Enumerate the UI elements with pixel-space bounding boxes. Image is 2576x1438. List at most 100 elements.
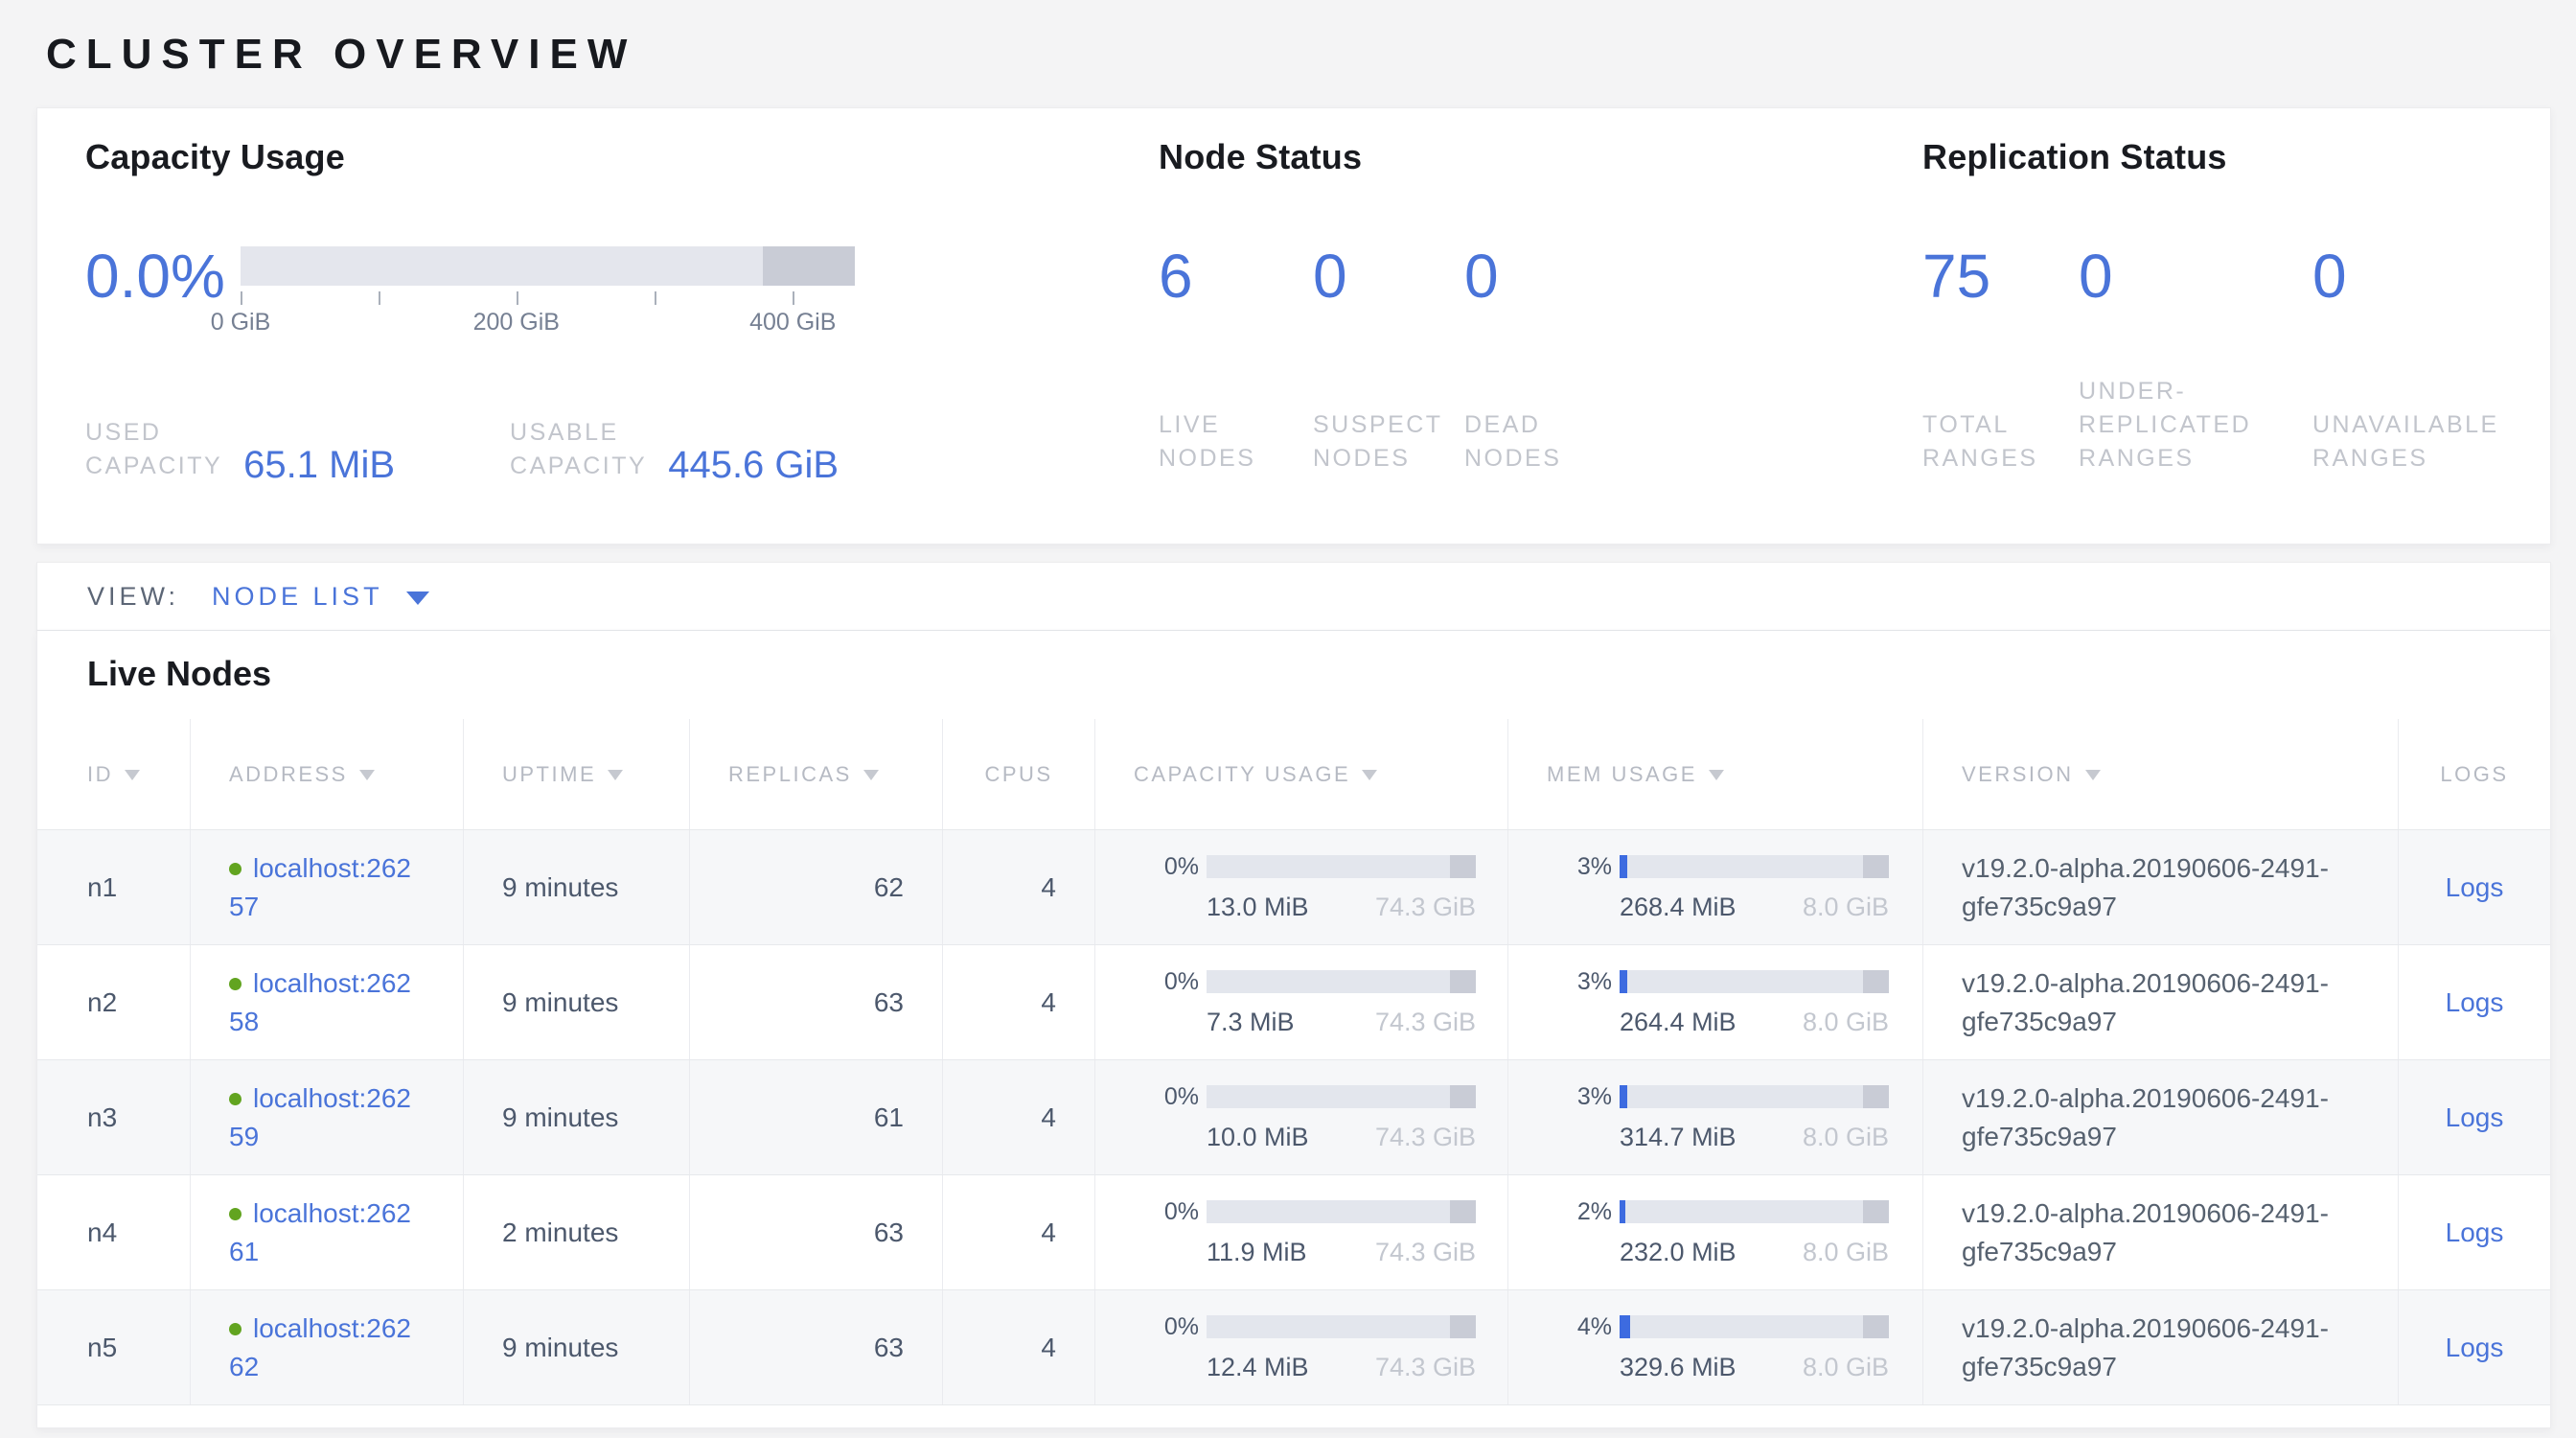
node-status-section: Node Status 6 0 0 LIVE NODES SUSPECT NOD…: [1159, 137, 1922, 544]
column-header-capacity-usage[interactable]: CAPACITY USAGE: [1094, 719, 1507, 829]
bar-reserved-segment: [1863, 1200, 1889, 1223]
capacity-total-value: 74.3 GiB: [1375, 893, 1476, 922]
view-dropdown[interactable]: NODE LIST: [212, 582, 429, 612]
live-nodes-title: Live Nodes: [87, 654, 2550, 694]
bar-reserved-segment: [1863, 855, 1889, 878]
column-header-uptime[interactable]: UPTIME: [463, 719, 689, 829]
node-address-cell: localhost:26258: [190, 945, 463, 1059]
capacity-used-value: 13.0 MiB: [1207, 893, 1309, 922]
capacity-usage-cell: 0% 12.4 MiB 74.3 GiB: [1094, 1290, 1507, 1404]
mem-usage-cell: 3% 314.7 MiB 8.0 GiB: [1507, 1060, 1922, 1174]
version-cell: v19.2.0-alpha.20190606-2491-gfe735c9a97: [1922, 1060, 2398, 1174]
unavailable-ranges-count: 0: [2312, 244, 2550, 308]
logs-link[interactable]: Logs: [2446, 987, 2504, 1018]
capacity-total-value: 74.3 GiB: [1375, 1238, 1476, 1267]
live-nodes-panel: Live Nodes ID ADDRESS UPTIME REPLICAS CP…: [36, 631, 2551, 1428]
column-header-id[interactable]: ID: [37, 719, 190, 829]
node-id-cell: n2: [37, 945, 190, 1059]
capacity-usage-cell: 0% 10.0 MiB 74.3 GiB: [1094, 1060, 1507, 1174]
replicas-cell: 63: [689, 1175, 942, 1289]
capacity-usage-bar: [1207, 855, 1476, 878]
replication-status-section: Replication Status 75 0 0 TOTAL RANGES U…: [1922, 137, 2550, 544]
mem-percent-label: 3%: [1547, 1083, 1612, 1111]
logs-cell: Logs: [2398, 830, 2550, 944]
live-status-dot-icon: [229, 1208, 242, 1220]
mem-used-value: 264.4 MiB: [1620, 1008, 1736, 1037]
under-replicated-ranges-count: 0: [2079, 244, 2312, 308]
mem-used-value: 268.4 MiB: [1620, 893, 1736, 922]
capacity-used-value: 12.4 MiB: [1207, 1353, 1309, 1382]
mem-used-value: 314.7 MiB: [1620, 1123, 1736, 1152]
capacity-usage-section: Capacity Usage 0.0%: [85, 137, 1159, 544]
used-capacity-stat: USED CAPACITY 65.1 MiB: [85, 416, 395, 483]
logs-cell: Logs: [2398, 1060, 2550, 1174]
node-id-cell: n3: [37, 1060, 190, 1174]
column-header-version[interactable]: VERSION: [1922, 719, 2398, 829]
table-row: n3 localhost:26259 9 minutes 61 4 0% 10.…: [37, 1059, 2550, 1174]
logs-cell: Logs: [2398, 945, 2550, 1059]
table-row: n5 localhost:26262 9 minutes 63 4 0% 12.…: [37, 1289, 2550, 1404]
logs-link[interactable]: Logs: [2446, 1102, 2504, 1133]
mem-usage-bar: [1620, 970, 1889, 993]
node-id-cell: n4: [37, 1175, 190, 1289]
capacity-bar-chart: 0 GiB 200 GiB 400 GiB: [241, 246, 855, 339]
bar-reserved-segment: [1863, 1085, 1889, 1108]
table-row: n2 localhost:26258 9 minutes 63 4 0% 7.3…: [37, 944, 2550, 1059]
mem-total-value: 8.0 GiB: [1803, 893, 1889, 922]
capacity-usage-bar: [1207, 1200, 1476, 1223]
node-address-link[interactable]: localhost:26262: [229, 1313, 411, 1381]
node-address-link[interactable]: localhost:26261: [229, 1198, 411, 1266]
sort-arrow-icon: [1709, 770, 1724, 780]
unavailable-ranges-label: UNAVAILABLE RANGES: [2312, 408, 2499, 475]
node-address-cell: localhost:26262: [190, 1290, 463, 1404]
capacity-bar: [241, 246, 855, 286]
bar-reserved-segment: [1450, 1200, 1476, 1223]
bar-fill: [1620, 855, 1627, 878]
capacity-usage-bar: [1207, 1315, 1476, 1338]
chevron-down-icon: [406, 591, 429, 605]
dead-nodes-label: DEAD NODES: [1464, 408, 1561, 475]
node-address-link[interactable]: localhost:26259: [229, 1083, 411, 1151]
sort-arrow-icon: [863, 770, 879, 780]
capacity-usage-bar: [1207, 970, 1476, 993]
logs-cell: Logs: [2398, 1290, 2550, 1404]
sort-arrow-icon: [1362, 770, 1377, 780]
suspect-nodes-count: 0: [1313, 244, 1464, 308]
logs-link[interactable]: Logs: [2446, 1333, 2504, 1363]
node-address-link[interactable]: localhost:26257: [229, 853, 411, 921]
table-row-partial: [37, 1404, 2550, 1427]
column-header-address[interactable]: ADDRESS: [190, 719, 463, 829]
cpus-cell: 4: [942, 945, 1094, 1059]
column-header-cpus[interactable]: CPUS: [942, 719, 1094, 829]
live-nodes-label: LIVE NODES: [1159, 408, 1255, 475]
mem-total-value: 8.0 GiB: [1803, 1238, 1889, 1267]
capacity-percent-label: 0%: [1134, 853, 1199, 881]
mem-total-value: 8.0 GiB: [1803, 1353, 1889, 1382]
capacity-usage-bar: [1207, 1085, 1476, 1108]
capacity-axis: [241, 286, 855, 305]
column-header-mem-usage[interactable]: MEM USAGE: [1507, 719, 1922, 829]
mem-usage-bar: [1620, 1085, 1889, 1108]
used-capacity-label: USED CAPACITY: [85, 416, 222, 483]
logs-link[interactable]: Logs: [2446, 872, 2504, 903]
bar-reserved-segment: [1450, 1315, 1476, 1338]
version-cell: v19.2.0-alpha.20190606-2491-gfe735c9a97: [1922, 1290, 2398, 1404]
column-header-replicas[interactable]: REPLICAS: [689, 719, 942, 829]
capacity-used-value: 10.0 MiB: [1207, 1123, 1309, 1152]
cpus-cell: 4: [942, 1290, 1094, 1404]
cpus-cell: 4: [942, 1060, 1094, 1174]
bar-fill: [1620, 1200, 1625, 1223]
mem-total-value: 8.0 GiB: [1803, 1123, 1889, 1152]
node-address-cell: localhost:26259: [190, 1060, 463, 1174]
version-cell: v19.2.0-alpha.20190606-2491-gfe735c9a97: [1922, 945, 2398, 1059]
version-cell: v19.2.0-alpha.20190606-2491-gfe735c9a97: [1922, 1175, 2398, 1289]
axis-tick: [517, 291, 518, 305]
logs-link[interactable]: Logs: [2446, 1218, 2504, 1248]
logs-cell: Logs: [2398, 1175, 2550, 1289]
capacity-axis-labels: 0 GiB 200 GiB 400 GiB: [241, 309, 855, 339]
view-dropdown-value: NODE LIST: [212, 582, 383, 612]
mem-usage-cell: 3% 268.4 MiB 8.0 GiB: [1507, 830, 1922, 944]
node-address-cell: localhost:26257: [190, 830, 463, 944]
capacity-percent: 0.0%: [85, 244, 241, 308]
node-address-link[interactable]: localhost:26258: [229, 968, 411, 1036]
